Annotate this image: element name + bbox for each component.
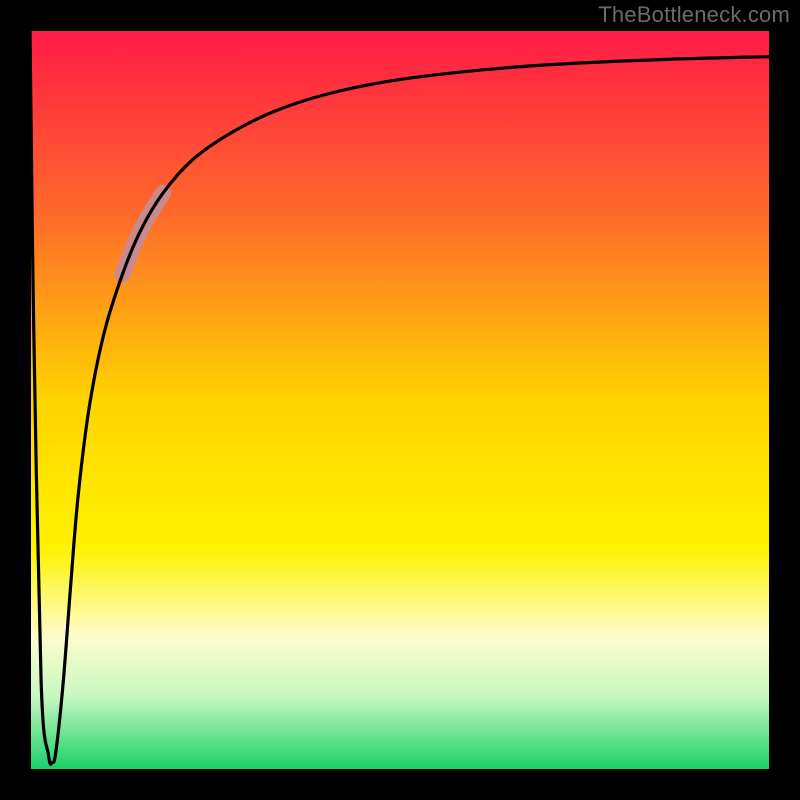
chart-plot-area <box>30 30 770 770</box>
attribution-label: TheBottleneck.com <box>598 2 790 28</box>
bottleneck-chart <box>0 0 800 800</box>
